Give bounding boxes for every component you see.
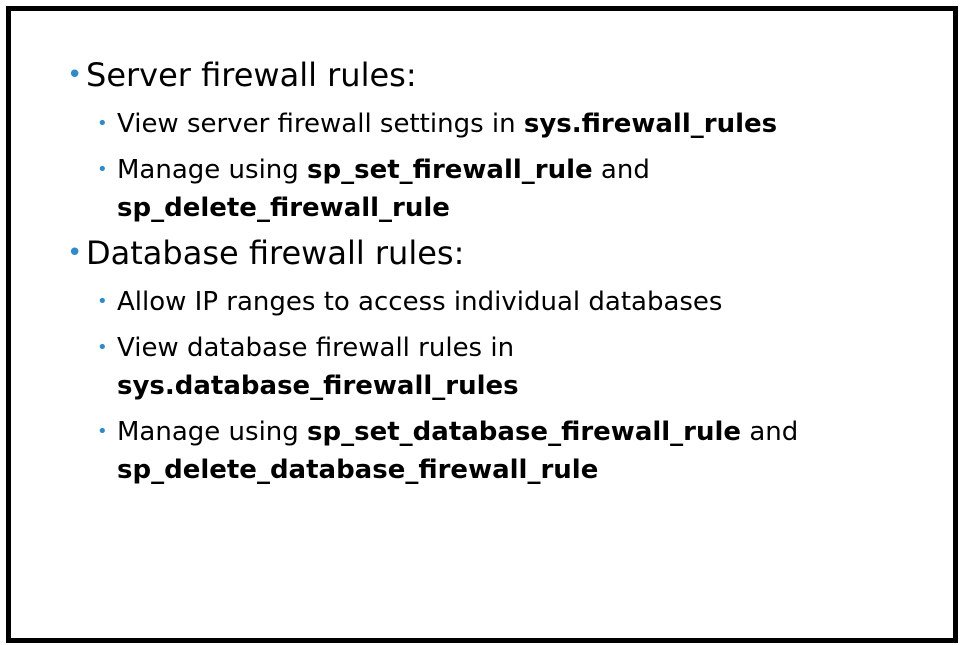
item-text: View server firewall settings in [117, 109, 524, 139]
list-item: • View database firewall rules in sys.da… [61, 329, 921, 405]
item-code: sp_set_firewall_rule [307, 155, 593, 185]
bullet-dot-icon: • [97, 291, 108, 312]
bullet-dot-icon: • [97, 337, 108, 358]
list-item: • Allow IP ranges to access individual d… [61, 283, 921, 321]
list-item: • View server firewall settings in sys.f… [61, 105, 921, 143]
bullet-list: • Server firewall rules: • View server f… [61, 51, 921, 489]
bullet-dot-icon: • [97, 421, 108, 442]
item-text-continued: and [741, 417, 799, 447]
item-text: Allow IP ranges to access individual dat… [117, 287, 723, 317]
item-code: sp_set_database_firewall_rule [307, 417, 742, 447]
bullet-dot-icon: • [97, 159, 108, 180]
list-item: • Manage using sp_set_firewall_rule and … [61, 151, 921, 227]
slide-frame: • Server firewall rules: • View server f… [6, 6, 958, 643]
item-text: Manage using [117, 155, 308, 185]
item-code-second: sp_delete_database_firewall_rule [117, 455, 599, 485]
item-text: View database firewall rules in [117, 333, 515, 363]
bullet-dot-icon: • [97, 113, 108, 134]
item-text-continued: and [592, 155, 650, 185]
section-heading-database: • Database firewall rules: [61, 231, 921, 275]
item-text: Manage using [117, 417, 308, 447]
bullet-dot-icon: • [67, 238, 83, 268]
section-heading-text: Server firewall rules: [86, 56, 417, 94]
list-item: • Manage using sp_set_database_firewall_… [61, 413, 921, 489]
item-code-second: sys.database_firewall_rules [117, 371, 519, 401]
item-code-second: sp_delete_firewall_rule [117, 193, 450, 223]
item-code: sys.firewall_rules [523, 109, 778, 139]
section-heading-server: • Server firewall rules: [61, 53, 921, 97]
bullet-dot-icon: • [67, 60, 83, 90]
section-heading-text: Database firewall rules: [86, 234, 465, 272]
